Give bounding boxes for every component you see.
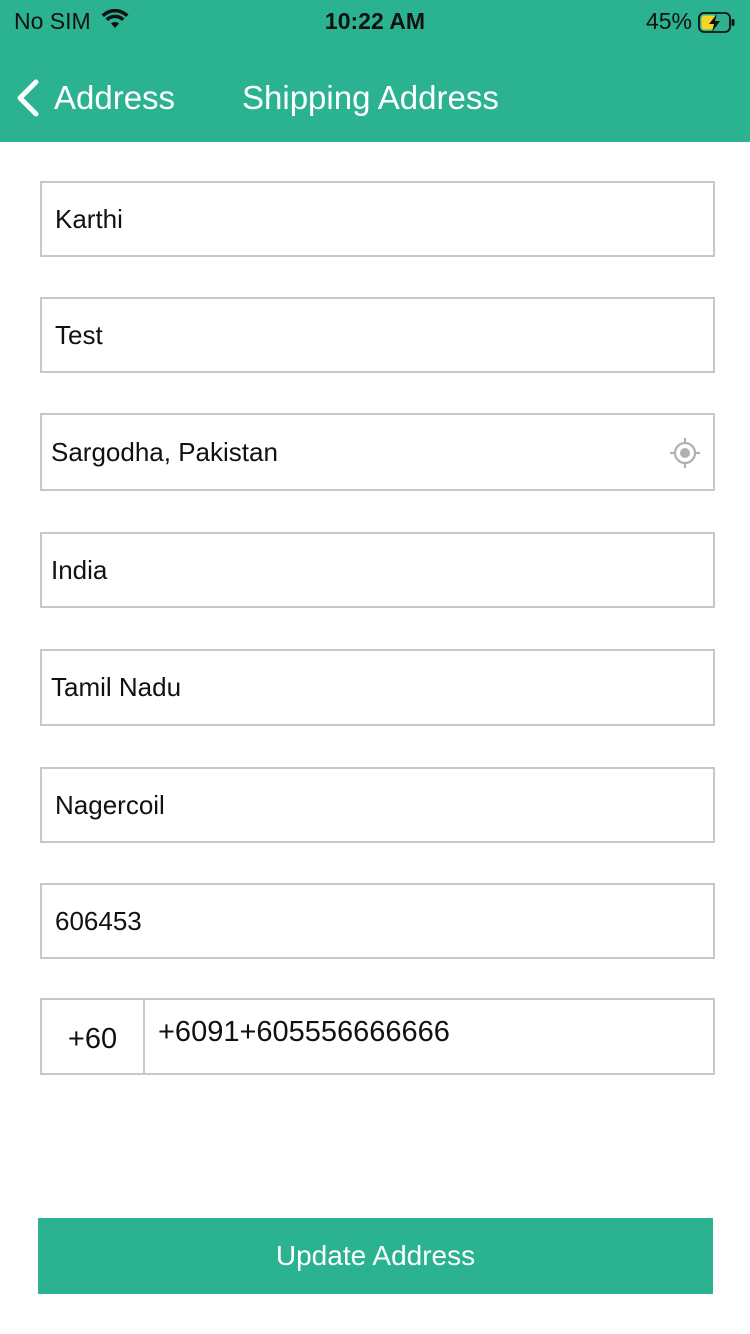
status-time: 10:22 AM [324, 8, 426, 34]
battery-charging-icon [698, 11, 736, 33]
last-name-field[interactable] [40, 297, 715, 373]
postal-code-field[interactable] [40, 883, 715, 959]
nav-bar: Address Shipping Address [0, 60, 750, 136]
battery-percent: 45% [645, 8, 692, 34]
location-field[interactable] [40, 413, 715, 491]
country-field[interactable] [40, 532, 715, 608]
location-input[interactable] [42, 415, 713, 489]
status-right: 45% [646, 8, 736, 35]
city-field[interactable] [40, 767, 715, 843]
phone-country-code[interactable]: +60 [42, 1000, 145, 1073]
phone-field: +60 [40, 998, 715, 1075]
back-button[interactable]: Address [14, 76, 175, 120]
country-input[interactable] [42, 534, 713, 606]
phone-number-wrapper[interactable] [145, 1000, 713, 1073]
state-input[interactable] [42, 651, 713, 724]
gps-locate-icon[interactable] [669, 437, 701, 469]
update-address-button[interactable]: Update Address [38, 1218, 713, 1294]
page-title: Shipping Address [242, 79, 499, 116]
first-name-field[interactable] [40, 181, 715, 257]
state-field[interactable] [40, 649, 715, 726]
status-bar: No SIM 10:22 AM 45% [0, 0, 750, 40]
phone-number-input[interactable] [145, 1000, 713, 1073]
chevron-left-icon [14, 78, 42, 118]
postal-code-input[interactable] [42, 885, 713, 957]
city-input[interactable] [42, 769, 713, 841]
first-name-input[interactable] [42, 183, 713, 255]
last-name-input[interactable] [42, 299, 713, 371]
app-header: No SIM 10:22 AM 45% Address Shipping Add… [0, 0, 750, 142]
back-label: Address [54, 79, 176, 116]
